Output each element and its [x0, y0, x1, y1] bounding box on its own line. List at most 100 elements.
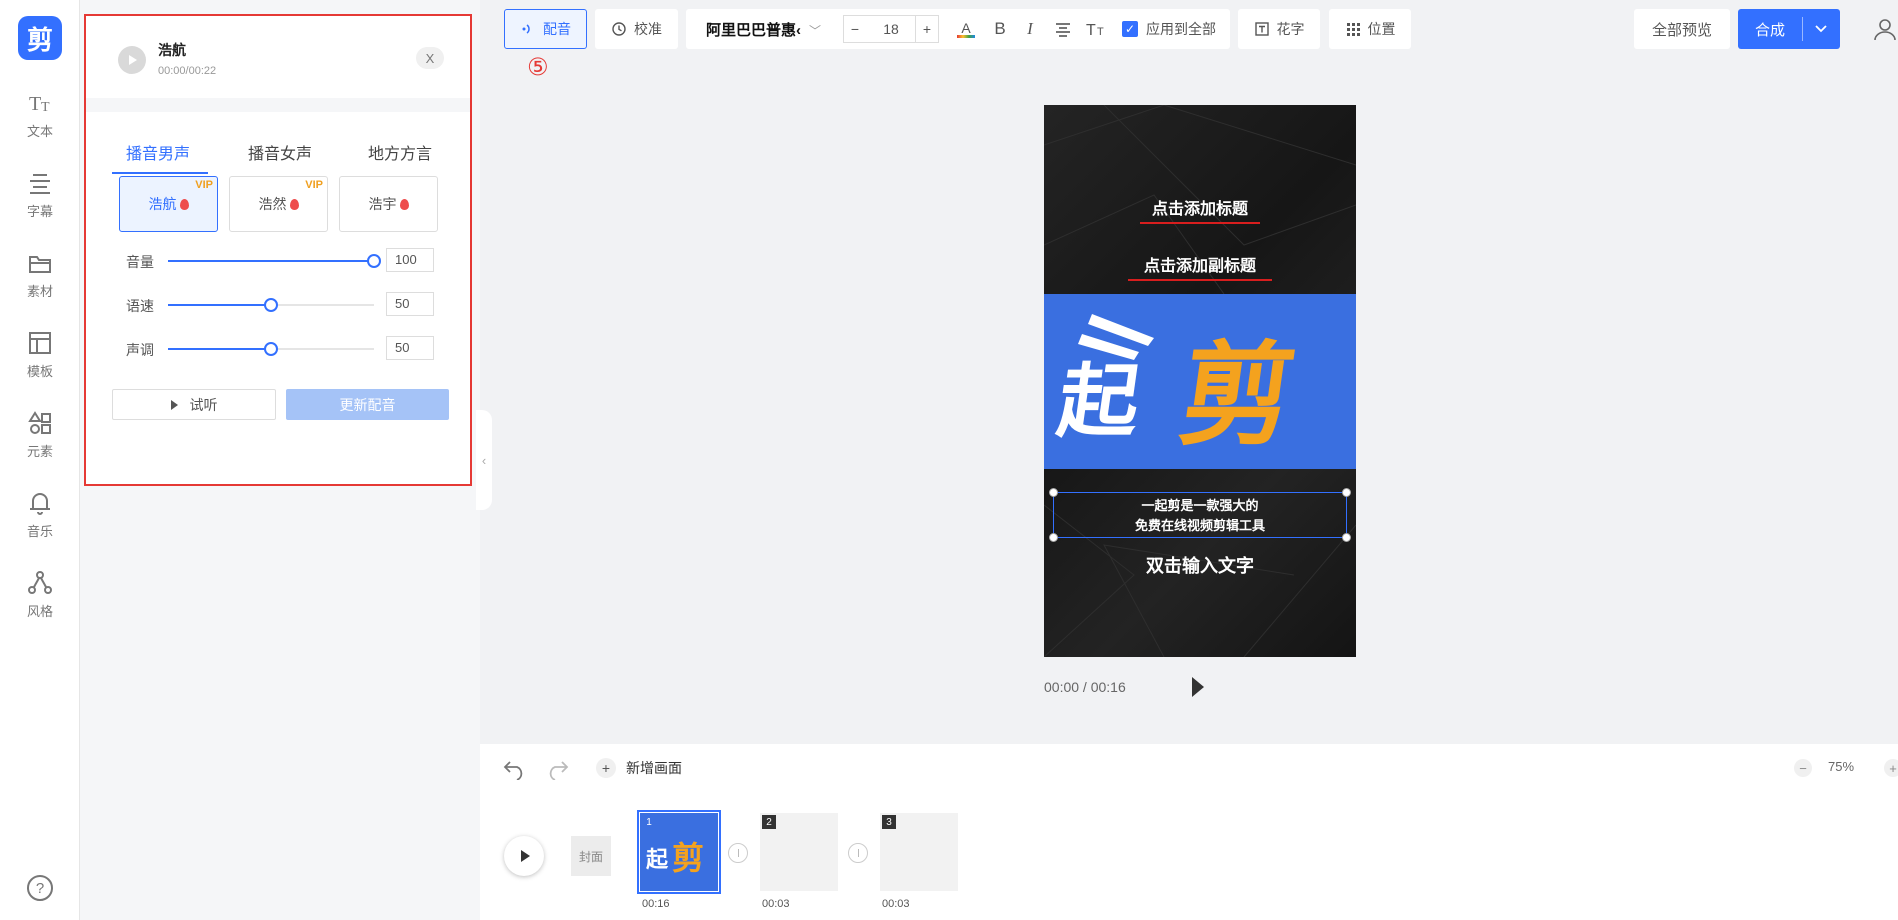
plus-icon: +: [596, 758, 616, 778]
clip-2[interactable]: 2: [760, 813, 838, 891]
tab-female-broadcast[interactable]: 播音女声: [248, 140, 312, 164]
hot-flame-icon: [289, 198, 299, 210]
double-click-text-placeholder[interactable]: 双击输入文字: [1044, 552, 1356, 578]
update-dubbing-button[interactable]: 更新配音: [286, 389, 449, 420]
hot-flame-icon: [399, 198, 409, 210]
position-button[interactable]: 位置: [1329, 9, 1411, 49]
voice-wave-icon: [522, 24, 530, 34]
add-scene-label: 新增画面: [626, 760, 682, 776]
vip-badge: VIP: [195, 179, 213, 191]
dubbing-button[interactable]: 配音: [504, 9, 587, 49]
canvas-subtitle[interactable]: 点击添加副标题: [1044, 252, 1356, 276]
clip-duration: 00:16: [642, 898, 670, 910]
clip-number: 2: [762, 815, 776, 829]
logo-banner[interactable]: 起 剪: [1044, 294, 1356, 469]
step-marker: ⑤: [527, 53, 549, 81]
font-color-button[interactable]: A: [955, 17, 977, 41]
timeline-play-button[interactable]: [504, 836, 544, 876]
close-icon[interactable]: X: [416, 47, 444, 69]
style-icon: [28, 571, 52, 594]
clip-3[interactable]: 3: [880, 813, 958, 891]
sidebar-item-elements[interactable]: 元素: [0, 410, 80, 474]
svg-text:T: T: [29, 93, 41, 115]
color-swatch: [957, 34, 975, 38]
active-tab-indicator: [112, 172, 208, 174]
tab-dialect[interactable]: 地方方言: [368, 140, 432, 164]
calibrate-button[interactable]: 校准: [595, 9, 678, 49]
font-size-decrease[interactable]: −: [843, 15, 867, 43]
thumb-text-jian: 剪: [672, 839, 704, 877]
font-size-increase[interactable]: +: [915, 15, 939, 43]
voice-dubbing-panel: 浩航 00:00/00:22 X 播音男声 播音女声 地方方言 VIP 浩航 V…: [84, 14, 472, 486]
clip-1[interactable]: 1 起 剪: [637, 810, 721, 894]
sidebar-item-music[interactable]: 音乐: [0, 490, 80, 554]
track-time: 00:00/00:22: [158, 65, 217, 77]
listen-button[interactable]: 试听: [112, 389, 276, 420]
bold-button[interactable]: B: [990, 17, 1010, 41]
preview-all-button[interactable]: 全部预览: [1634, 9, 1730, 49]
pitch-input[interactable]: 50: [386, 336, 434, 360]
compose-button[interactable]: 合成: [1738, 9, 1840, 49]
elements-icon: [28, 411, 51, 434]
undo-icon[interactable]: [502, 756, 528, 780]
sidebar-item-label: 风格: [26, 604, 53, 619]
align-center-icon[interactable]: [1054, 17, 1072, 41]
sidebar-item-label: 音乐: [26, 524, 53, 539]
track-name: 浩航: [158, 42, 186, 58]
pitch-track[interactable]: [168, 342, 374, 356]
apply-all-label: 应用到全部: [1146, 21, 1216, 37]
apply-all-option[interactable]: ✓ 应用到全部: [1122, 9, 1216, 49]
chevron-down-icon[interactable]: [1808, 20, 1834, 38]
speed-input[interactable]: 50: [386, 292, 434, 316]
volume-slider-handle[interactable]: [367, 254, 381, 268]
sidebar-item-style[interactable]: 风格: [0, 570, 80, 634]
collapse-panel-button[interactable]: ‹: [476, 410, 492, 510]
banner-text-jian: 剪: [1173, 331, 1303, 461]
resize-handle[interactable]: [1049, 533, 1058, 542]
speed-track[interactable]: [168, 298, 374, 312]
sidebar-item-template[interactable]: 模板: [0, 330, 80, 394]
add-scene-button[interactable]: + 新增画面: [596, 758, 682, 778]
font-family-select[interactable]: 阿里巴巴普惠‹ ﹀: [686, 19, 821, 40]
app-logo[interactable]: 剪: [18, 16, 62, 60]
help-icon[interactable]: ?: [26, 874, 54, 902]
grid-icon: [1346, 23, 1360, 36]
subtitle-icon: [30, 174, 50, 194]
play-icon: [129, 55, 137, 65]
redo-icon[interactable]: [544, 756, 570, 780]
pitch-slider-row: 声调 50: [86, 336, 470, 362]
transition-button[interactable]: [848, 843, 868, 863]
zoom-in-button[interactable]: +: [1884, 759, 1898, 777]
canvas-play-button[interactable]: [1192, 677, 1204, 697]
body-text-line-2: 免费在线视频剪辑工具: [1134, 518, 1265, 533]
voice-option-haoyu[interactable]: 浩宇: [339, 176, 438, 232]
volume-input[interactable]: 100: [386, 248, 434, 272]
voice-option-haohang[interactable]: VIP 浩航: [119, 176, 218, 232]
voice-option-haoran[interactable]: VIP 浩然: [229, 176, 328, 232]
italic-button[interactable]: I: [1020, 17, 1040, 41]
transition-button[interactable]: [728, 843, 748, 863]
speed-slider-handle[interactable]: [264, 298, 278, 312]
template-icon: [29, 332, 51, 354]
dubbing-label: 配音: [543, 21, 571, 37]
fancy-text-button[interactable]: 花字: [1238, 9, 1320, 49]
zoom-out-button[interactable]: −: [1794, 759, 1812, 777]
sidebar-item-material[interactable]: 素材: [0, 250, 80, 314]
user-avatar-icon[interactable]: [1872, 16, 1898, 42]
sidebar-item-text[interactable]: TT 文本: [0, 90, 80, 154]
track-play-button[interactable]: [118, 46, 146, 74]
volume-track[interactable]: [168, 254, 381, 268]
canvas-title[interactable]: 点击添加标题: [1044, 195, 1356, 219]
title-underline: [1140, 222, 1260, 224]
resize-handle[interactable]: [1342, 533, 1351, 542]
pitch-slider-handle[interactable]: [264, 342, 278, 356]
video-canvas[interactable]: 点击添加标题 点击添加副标题 起 剪 一起剪是一款强大的 免费在线视频剪辑工具 …: [1044, 105, 1356, 657]
sidebar-item-subtitle[interactable]: 字幕: [0, 170, 80, 234]
body-text-line-1: 一起剪是一款强大的: [1141, 498, 1259, 513]
font-size-input[interactable]: 18: [866, 15, 916, 43]
tab-male-broadcast[interactable]: 播音男声: [126, 140, 190, 164]
apply-all-checkbox[interactable]: ✓: [1122, 21, 1138, 37]
pitch-label: 声调: [126, 342, 154, 358]
cover-thumbnail[interactable]: 封面: [571, 836, 611, 876]
text-size-icon[interactable]: TT: [1086, 17, 1108, 41]
